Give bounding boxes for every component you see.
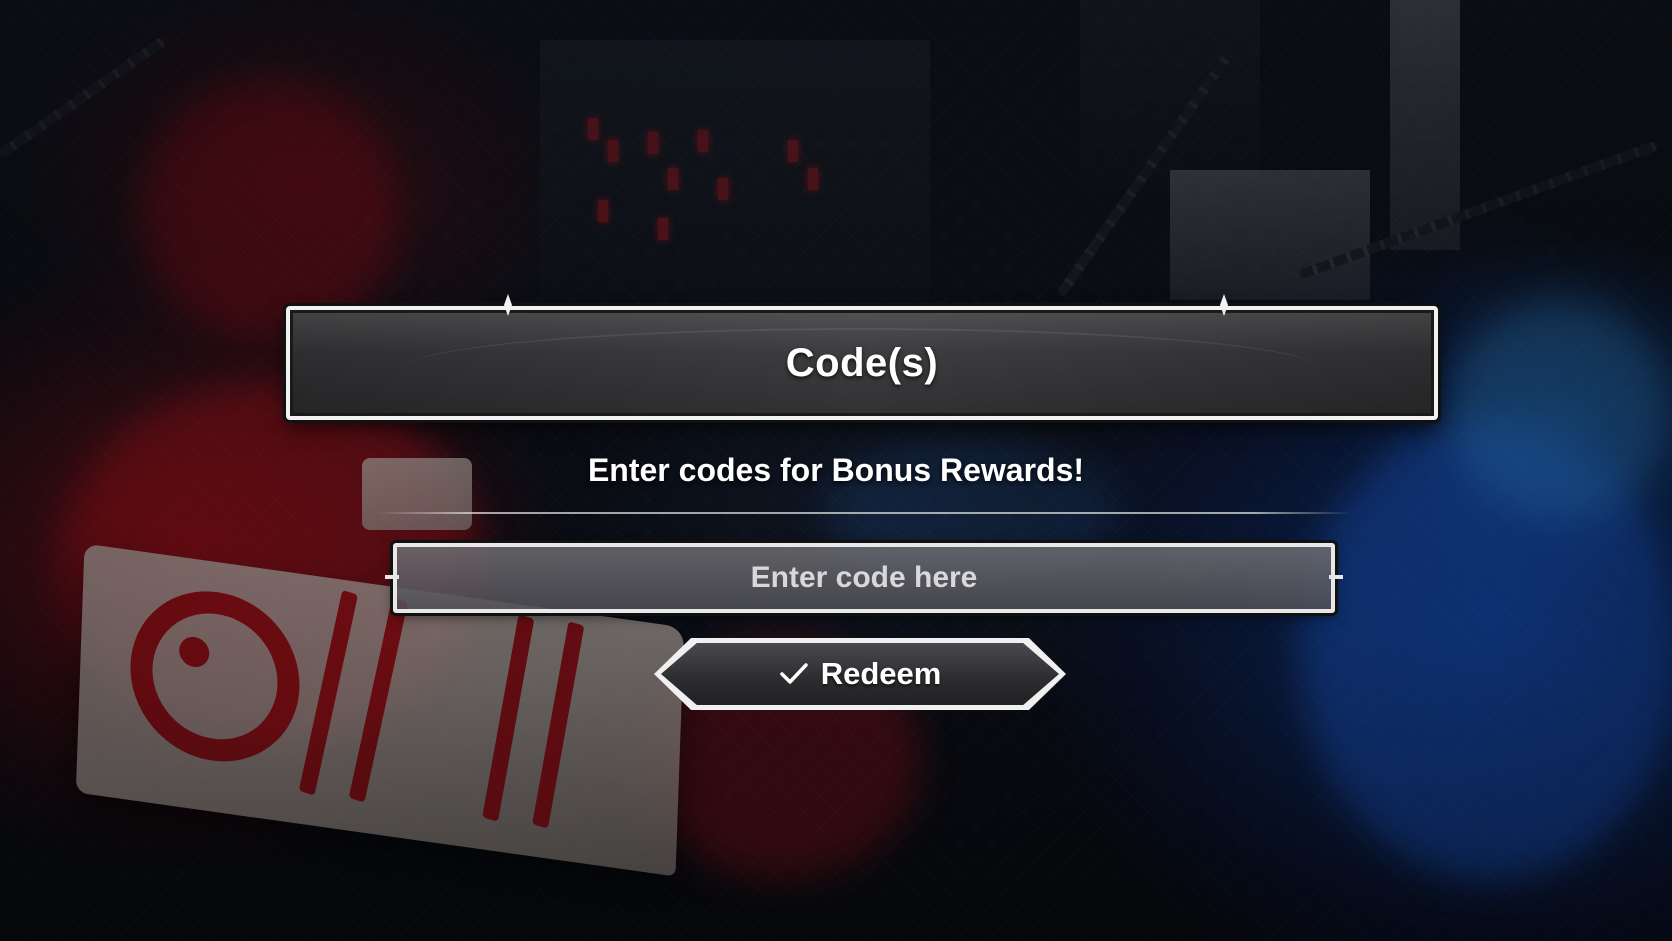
codes-title-bar: Code(s): [286, 294, 1438, 420]
codes-title: Code(s): [785, 340, 939, 385]
divider: [376, 512, 1352, 514]
game-scene: Code(s) Enter codes for Bonus Rewards! R…: [0, 0, 1672, 941]
redeem-button[interactable]: Redeem: [654, 638, 1066, 710]
redeem-label: Redeem: [820, 656, 942, 691]
check-icon: [779, 663, 808, 684]
code-input[interactable]: [397, 547, 1331, 609]
codes-subtitle: Enter codes for Bonus Rewards!: [587, 452, 1085, 488]
redeem-button-face: Redeem: [661, 643, 1059, 705]
code-input-frame: [385, 543, 1343, 613]
